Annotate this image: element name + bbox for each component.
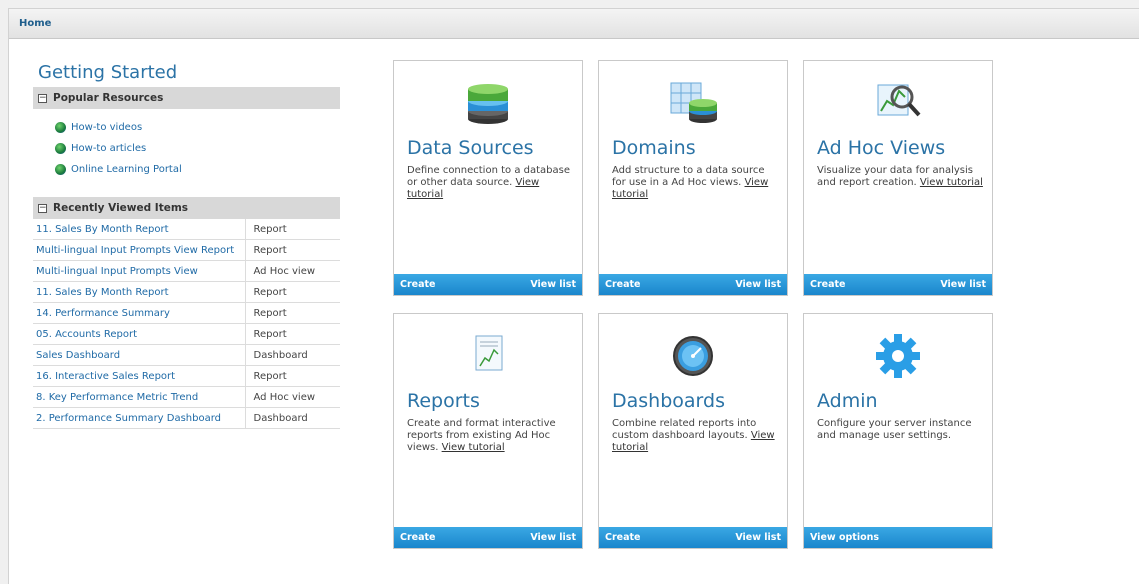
view-list-button[interactable]: View list bbox=[940, 279, 986, 290]
create-button[interactable]: Create bbox=[605, 532, 641, 543]
card-footer: Create View list bbox=[599, 527, 787, 548]
page-header: Home bbox=[9, 9, 1139, 39]
getting-started-title: Getting Started bbox=[38, 62, 178, 83]
card-description: Add structure to a data source for use i… bbox=[612, 165, 769, 200]
card-ad-hoc-views: Ad Hoc Views Visualize your data for ana… bbox=[803, 60, 993, 296]
item-type: Dashboard bbox=[245, 344, 340, 366]
item-type: Report bbox=[245, 323, 340, 345]
card-description: Create and format interactive reports fr… bbox=[407, 418, 556, 453]
globe-icon bbox=[55, 122, 66, 133]
item-name-link[interactable]: 16. Interactive Sales Report bbox=[33, 365, 246, 387]
view-options-button[interactable]: View options bbox=[810, 532, 879, 543]
recently-viewed-table: 11. Sales By Month Report Report Multi-li… bbox=[33, 219, 340, 429]
view-list-button[interactable]: View list bbox=[735, 532, 781, 543]
card-data-sources: Data Sources Define connection to a data… bbox=[393, 60, 583, 296]
database-icon bbox=[468, 84, 508, 124]
gear-icon bbox=[876, 334, 920, 378]
card-admin: Admin Configure your server instance and… bbox=[803, 313, 993, 549]
view-tutorial-link[interactable]: View tutorial bbox=[920, 177, 983, 188]
card-description: Visualize your data for analysis and rep… bbox=[817, 165, 983, 188]
item-name-link[interactable]: Multi-lingual Input Prompts View bbox=[33, 260, 246, 282]
table-row: 16. Interactive Sales Report Report bbox=[33, 365, 340, 387]
item-name-link[interactable]: 2. Performance Summary Dashboard bbox=[33, 407, 246, 429]
view-list-button[interactable]: View list bbox=[530, 532, 576, 543]
card-description: Combine related reports into custom dash… bbox=[612, 418, 775, 453]
resource-item-portal[interactable]: Online Learning Portal bbox=[55, 159, 340, 180]
item-type: Report bbox=[245, 365, 340, 387]
item-name-link[interactable]: Sales Dashboard bbox=[33, 344, 246, 366]
card-footer: Create View list bbox=[599, 274, 787, 295]
table-row: 2. Performance Summary Dashboard Dashboar… bbox=[33, 407, 340, 429]
card-description: Configure your server instance and manag… bbox=[817, 418, 972, 441]
create-button[interactable]: Create bbox=[810, 279, 846, 290]
table-row: 05. Accounts Report Report bbox=[33, 323, 340, 345]
resource-item-articles[interactable]: How-to articles bbox=[55, 138, 340, 159]
resource-item-videos[interactable]: How-to videos bbox=[55, 117, 340, 138]
view-tutorial-link[interactable]: View tutorial bbox=[442, 442, 505, 453]
item-name-link[interactable]: 8. Key Performance Metric Trend bbox=[33, 386, 246, 408]
view-list-button[interactable]: View list bbox=[530, 279, 576, 290]
item-type: Ad Hoc view bbox=[245, 260, 340, 282]
globe-icon bbox=[55, 143, 66, 154]
table-row: 14. Performance Summary Report bbox=[33, 302, 340, 324]
create-button[interactable]: Create bbox=[605, 279, 641, 290]
card-footer: View options bbox=[804, 527, 992, 548]
domain-icon bbox=[670, 82, 717, 123]
card-title: Data Sources bbox=[407, 137, 534, 159]
getting-started-panel: Getting Started − Popular Resources How-… bbox=[33, 59, 340, 429]
item-name-link[interactable]: 14. Performance Summary bbox=[33, 302, 246, 324]
item-name-link[interactable]: 05. Accounts Report bbox=[33, 323, 246, 345]
item-name-link[interactable]: Multi-lingual Input Prompts View Report bbox=[33, 239, 246, 261]
item-name-link[interactable]: 11. Sales By Month Report bbox=[33, 219, 246, 240]
collapse-icon[interactable]: − bbox=[38, 93, 47, 103]
card-footer: Create View list bbox=[804, 274, 992, 295]
card-title: Admin bbox=[817, 390, 878, 412]
popular-resources-label: Popular Resources bbox=[53, 92, 164, 104]
card-dashboards: Dashboards Combine related reports into … bbox=[598, 313, 788, 549]
table-row: Multi-lingual Input Prompts View Report R… bbox=[33, 239, 340, 261]
recently-viewed-header[interactable]: − Recently Viewed Items bbox=[33, 197, 340, 219]
recently-viewed-label: Recently Viewed Items bbox=[53, 202, 189, 214]
item-type: Report bbox=[245, 302, 340, 324]
report-icon bbox=[475, 335, 503, 371]
popular-resources-list: How-to videos How-to articles Online Lea… bbox=[33, 109, 340, 180]
create-button[interactable]: Create bbox=[400, 279, 436, 290]
popular-resources-header[interactable]: − Popular Resources bbox=[33, 87, 340, 109]
card-title: Dashboards bbox=[612, 390, 725, 412]
item-type: Ad Hoc view bbox=[245, 386, 340, 408]
chart-magnifier-icon bbox=[877, 84, 921, 117]
item-type: Report bbox=[245, 219, 340, 240]
card-reports: Reports Create and format interactive re… bbox=[393, 313, 583, 549]
card-domains: Domains Add structure to a data source f… bbox=[598, 60, 788, 296]
card-footer: Create View list bbox=[394, 274, 582, 295]
table-row: 11. Sales By Month Report Report bbox=[33, 281, 340, 303]
create-button[interactable]: Create bbox=[400, 532, 436, 543]
item-type: Dashboard bbox=[245, 407, 340, 429]
page-title[interactable]: Home bbox=[19, 18, 51, 29]
card-title: Domains bbox=[612, 137, 696, 159]
resource-label[interactable]: How-to videos bbox=[71, 122, 142, 133]
card-footer: Create View list bbox=[394, 527, 582, 548]
card-title: Reports bbox=[407, 390, 480, 412]
table-row: Sales Dashboard Dashboard bbox=[33, 344, 340, 366]
table-row: 8. Key Performance Metric Trend Ad Hoc vi… bbox=[33, 386, 340, 408]
gauge-icon bbox=[673, 336, 713, 376]
view-list-button[interactable]: View list bbox=[735, 279, 781, 290]
card-title: Ad Hoc Views bbox=[817, 137, 946, 159]
table-row: Multi-lingual Input Prompts View Ad Hoc v… bbox=[33, 260, 340, 282]
resource-label[interactable]: Online Learning Portal bbox=[71, 164, 182, 175]
main-frame: Home Getting Started − Popular Resources… bbox=[8, 8, 1139, 584]
item-name-link[interactable]: 11. Sales By Month Report bbox=[33, 281, 246, 303]
card-description: Define connection to a database or other… bbox=[407, 165, 570, 200]
globe-icon bbox=[55, 164, 66, 175]
item-type: Report bbox=[245, 239, 340, 261]
resource-label[interactable]: How-to articles bbox=[71, 143, 146, 154]
collapse-icon[interactable]: − bbox=[38, 203, 47, 213]
table-row: 11. Sales By Month Report Report bbox=[33, 219, 340, 240]
item-type: Report bbox=[245, 281, 340, 303]
